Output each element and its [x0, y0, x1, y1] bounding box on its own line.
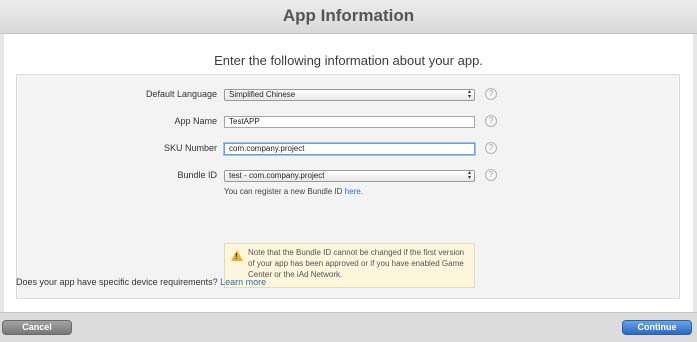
learn-more-link[interactable]: Learn more [220, 277, 266, 287]
help-icon[interactable]: ? [485, 142, 497, 154]
cancel-button[interactable]: Cancel [2, 320, 72, 335]
default-language-label: Default Language [145, 89, 217, 99]
device-requirements-question: Does your app have specific device requi… [16, 277, 218, 287]
bundle-id-note: You can register a new Bundle ID here. [224, 187, 363, 196]
help-icon[interactable]: ? [485, 88, 497, 100]
title-bar: App Information [0, 0, 697, 34]
sku-number-field[interactable]: com.company.project [224, 143, 475, 155]
bundle-id-note-text: You can register a new Bundle ID [224, 187, 345, 196]
chevron-updown-icon: ▴ ▾ [467, 89, 471, 100]
app-info-form: Default Language Simplified Chinese ▴ ▾ ?… [16, 74, 680, 299]
app-name-label: App Name [174, 116, 217, 126]
bundle-id-select[interactable]: test - com.company.project ▴ ▾ [224, 170, 475, 182]
warning-icon: ! [231, 250, 243, 261]
register-bundle-id-link[interactable]: here [345, 187, 361, 196]
help-icon[interactable]: ? [485, 169, 497, 181]
help-icon[interactable]: ? [485, 115, 497, 127]
intro-text: Enter the following information about yo… [214, 53, 483, 68]
chevron-updown-icon: ▴ ▾ [467, 170, 471, 181]
page-title: App Information [282, 6, 415, 25]
bundle-id-value: test - com.company.project [229, 171, 325, 180]
continue-button[interactable]: Continue [622, 320, 692, 335]
sku-number-label: SKU Number [163, 143, 217, 153]
default-language-select[interactable]: Simplified Chinese ▴ ▾ [224, 89, 475, 101]
default-language-value: Simplified Chinese [229, 90, 296, 99]
bundle-id-note-end: . [360, 187, 363, 196]
device-requirements: Does your app have specific device requi… [16, 277, 266, 287]
bundle-id-label: Bundle ID [177, 170, 217, 180]
warning-text: Note that the Bundle ID cannot be change… [248, 248, 465, 279]
app-info-panel: Enter the following information about yo… [4, 34, 693, 312]
footer-bar: Cancel Continue [0, 312, 697, 342]
app-name-field[interactable]: TestAPP [224, 116, 475, 128]
